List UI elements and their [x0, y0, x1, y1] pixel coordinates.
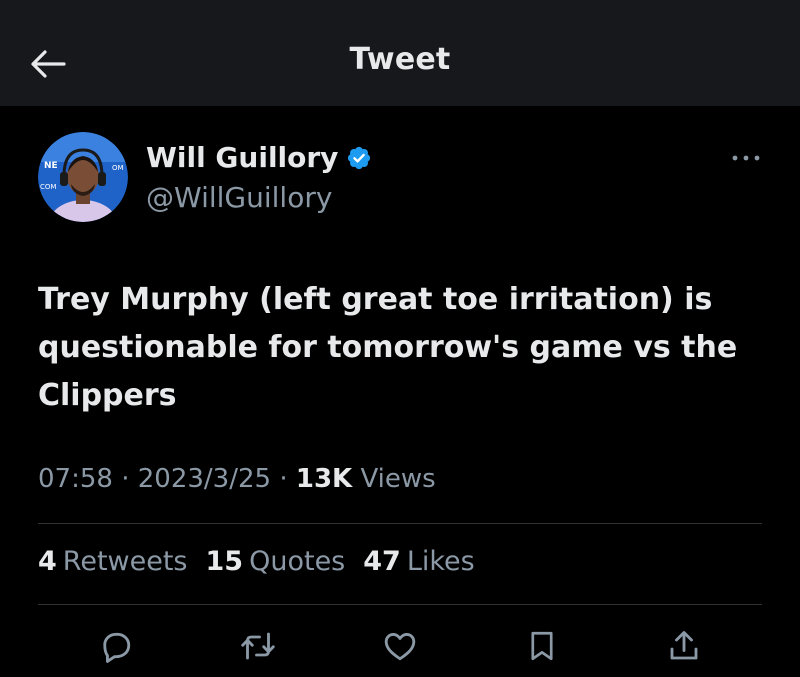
share-icon [670, 631, 698, 660]
likes-stat[interactable]: 47 Likes [363, 546, 474, 577]
share-button[interactable] [664, 626, 704, 666]
reply-icon [103, 632, 131, 663]
likes-count: 47 [363, 546, 401, 577]
retweet-icon [241, 632, 275, 660]
meta-separator: · [121, 464, 130, 494]
likes-label: Likes [406, 546, 475, 577]
avatar[interactable]: NE COM OM [38, 132, 128, 222]
divider [38, 523, 762, 524]
page-title: Tweet [349, 42, 451, 77]
tweet-meta: 07:58 · 2023/3/25 · 13K Views [38, 464, 436, 494]
author-handle[interactable]: @WillGuillory [146, 181, 332, 214]
more-options-button[interactable] [726, 146, 766, 170]
retweets-label: Retweets [62, 546, 188, 577]
quotes-label: Quotes [249, 546, 346, 577]
quotes-count: 15 [205, 546, 244, 577]
top-bar: Tweet [0, 0, 800, 106]
more-dots-icon [732, 155, 760, 161]
tweet-time[interactable]: 07:58 [38, 464, 113, 494]
svg-text:NE: NE [44, 161, 58, 171]
meta-separator: · [279, 464, 288, 494]
tweet-date[interactable]: 2023/3/25 [138, 464, 271, 494]
like-icon [384, 633, 416, 661]
svg-text:COM: COM [40, 183, 56, 191]
retweet-button[interactable] [238, 626, 278, 666]
avatar-image: NE COM OM [38, 132, 128, 222]
verified-badge-icon [348, 146, 371, 169]
reply-button[interactable] [96, 626, 136, 666]
retweets-stat[interactable]: 4 Retweets [38, 546, 188, 577]
bookmark-button[interactable] [522, 626, 562, 666]
views-label: Views [360, 464, 436, 494]
display-name-text: Will Guillory [146, 141, 339, 174]
svg-text:OM: OM [112, 164, 124, 172]
engagement-stats: 4 Retweets 15 Quotes 47 Likes [38, 546, 475, 577]
retweets-count: 4 [38, 546, 57, 577]
divider [38, 604, 762, 605]
bookmark-icon [531, 631, 553, 661]
like-button[interactable] [380, 626, 420, 666]
author-display-name[interactable]: Will Guillory [146, 141, 372, 174]
tweet-text: Trey Murphy (left great toe irritation) … [38, 282, 748, 413]
views-count: 13K [295, 464, 353, 494]
quotes-stat[interactable]: 15 Quotes [206, 546, 346, 577]
